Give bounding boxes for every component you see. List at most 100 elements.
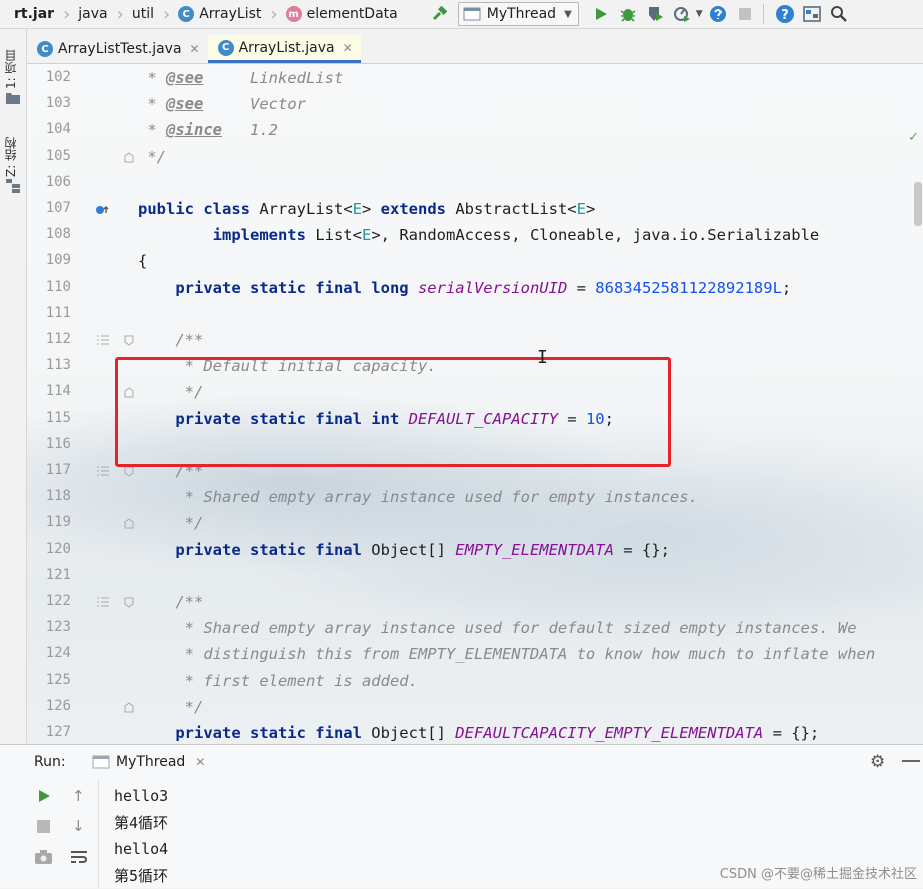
code-token: E xyxy=(353,200,362,218)
svg-text:?: ? xyxy=(781,8,789,23)
code-line: */ xyxy=(138,694,203,720)
code-token: List< xyxy=(315,226,362,244)
fold-end-icon[interactable] xyxy=(124,518,134,532)
project-tool-tab[interactable]: 1: 项目 xyxy=(2,43,24,95)
rerun-icon[interactable] xyxy=(37,789,51,807)
tab-arraylisttest[interactable]: C ArrayListTest.java ✕ xyxy=(27,35,208,63)
application-icon xyxy=(463,7,481,21)
code-line: public class ArrayList<E> extends Abstra… xyxy=(138,196,595,222)
attach-debugger-icon[interactable] xyxy=(706,2,730,26)
breadcrumb-label: ArrayList xyxy=(199,6,261,22)
javadoc-render-icon[interactable] xyxy=(97,597,109,610)
breadcrumb-elementdata[interactable]: m elementData xyxy=(280,0,401,28)
camera-icon[interactable] xyxy=(35,850,52,868)
method-icon: m xyxy=(286,6,302,22)
run-configuration-label: MyThread xyxy=(487,6,556,22)
implemented-method-icon[interactable] xyxy=(95,204,111,219)
fold-end-icon[interactable] xyxy=(124,702,134,716)
chevron-right-icon: › xyxy=(163,4,170,25)
stop-icon[interactable] xyxy=(733,2,757,26)
project-tool-tab-label: 1: 项目 xyxy=(4,49,18,89)
code-token: 8683452581122892189L xyxy=(595,279,782,297)
breadcrumb-label: rt.jar xyxy=(14,6,54,22)
code-line: private static final long serialVersionU… xyxy=(138,275,791,301)
text-cursor-icon: I xyxy=(537,347,548,368)
soft-wrap-icon[interactable] xyxy=(70,850,88,868)
breadcrumb-util[interactable]: util xyxy=(126,0,157,28)
code-line: /** xyxy=(138,589,203,615)
minimize-icon[interactable] xyxy=(902,760,920,762)
line-number: 102 xyxy=(27,69,71,85)
fold-start-icon[interactable] xyxy=(124,466,134,480)
code-token: * Shared empty array instance used for e… xyxy=(138,488,698,506)
line-number: 105 xyxy=(27,148,71,164)
line-number: 108 xyxy=(27,226,71,242)
code-token: = {}; xyxy=(763,724,819,742)
breadcrumb-arraylist[interactable]: C ArrayList xyxy=(172,0,264,28)
highlight-rectangle xyxy=(115,357,671,467)
class-icon: C xyxy=(37,41,53,57)
code-line: * Shared empty array instance used for e… xyxy=(138,484,698,510)
tab-arraylist[interactable]: C ArrayList.java ✕ xyxy=(208,35,361,63)
code-token: * first element is added. xyxy=(138,672,418,690)
code-token: = {}; xyxy=(614,541,670,559)
run-with-coverage-icon[interactable] xyxy=(643,2,667,26)
breadcrumb-label: util xyxy=(132,6,154,22)
code-token: >, RandomAccess, Cloneable, java.io.Seri… xyxy=(371,226,819,244)
arrow-up-icon[interactable]: ↑ xyxy=(72,787,85,805)
code-token: * xyxy=(138,95,166,113)
fold-end-icon[interactable] xyxy=(124,152,134,166)
close-icon[interactable]: ✕ xyxy=(190,42,200,56)
code-token: AbstractList< xyxy=(455,200,576,218)
fold-start-icon[interactable] xyxy=(124,597,134,611)
chevron-down-icon: ▼ xyxy=(564,9,572,20)
build-hammer-icon[interactable] xyxy=(428,2,452,26)
line-number: 112 xyxy=(27,331,71,347)
code-token: public class xyxy=(138,200,259,218)
close-icon[interactable]: ✕ xyxy=(195,755,205,769)
project-structure-icon[interactable] xyxy=(800,2,824,26)
run-tab-mythread[interactable]: MyThread ✕ xyxy=(92,750,205,774)
editor-tabs: C ArrayListTest.java ✕ C ArrayList.java … xyxy=(27,33,923,64)
close-icon[interactable]: ✕ xyxy=(343,41,353,55)
search-everywhere-icon[interactable] xyxy=(827,2,851,26)
code-token: DEFAULTCAPACITY_EMPTY_ELEMENTDATA xyxy=(455,724,763,742)
run-icon[interactable] xyxy=(589,2,613,26)
tab-label: ArrayListTest.java xyxy=(58,41,182,57)
console-line: hello3 xyxy=(114,783,894,810)
structure-tool-tab[interactable]: Z: 结构 xyxy=(2,129,24,185)
code-line: * @since 1.2 xyxy=(138,117,278,143)
profiler-icon[interactable] xyxy=(670,2,694,26)
breadcrumb-rt-jar[interactable]: rt.jar xyxy=(0,0,57,28)
run-configuration-select[interactable]: MyThread ▼ xyxy=(458,2,579,26)
vertical-scrollbar[interactable] xyxy=(914,182,922,226)
code-token: Object[] xyxy=(371,541,455,559)
line-number: 116 xyxy=(27,436,71,452)
code-line: { xyxy=(138,248,147,274)
line-number: 124 xyxy=(27,645,71,661)
code-token: E xyxy=(362,226,371,244)
help-icon[interactable]: ? xyxy=(773,2,797,26)
code-line: private static final Object[] DEFAULTCAP… xyxy=(138,720,819,744)
navigation-bar: rt.jar › java › util › C ArrayList › m e… xyxy=(0,0,923,29)
debug-bug-icon[interactable] xyxy=(616,2,640,26)
javadoc-render-icon[interactable] xyxy=(97,466,109,479)
code-token: Object[] xyxy=(371,724,455,742)
code-token: ; xyxy=(782,279,791,297)
folder-icon xyxy=(6,92,20,108)
gear-icon[interactable]: ⚙ xyxy=(870,752,885,772)
stop-icon[interactable] xyxy=(37,819,50,837)
breadcrumb-java[interactable]: java xyxy=(72,0,110,28)
toolbar-divider xyxy=(763,4,764,24)
code-token: private static final long xyxy=(138,279,418,297)
line-number: 104 xyxy=(27,121,71,137)
arrow-down-icon[interactable]: ↓ xyxy=(72,817,85,835)
javadoc-render-icon[interactable] xyxy=(97,335,109,348)
line-number: 125 xyxy=(27,672,71,688)
chevron-right-icon: › xyxy=(63,4,70,25)
fold-start-icon[interactable] xyxy=(124,335,134,349)
code-line: */ xyxy=(138,510,203,536)
chevron-down-icon[interactable]: ▼ xyxy=(696,9,703,19)
code-line: * first element is added. xyxy=(138,668,418,694)
code-line: /** xyxy=(138,327,203,353)
